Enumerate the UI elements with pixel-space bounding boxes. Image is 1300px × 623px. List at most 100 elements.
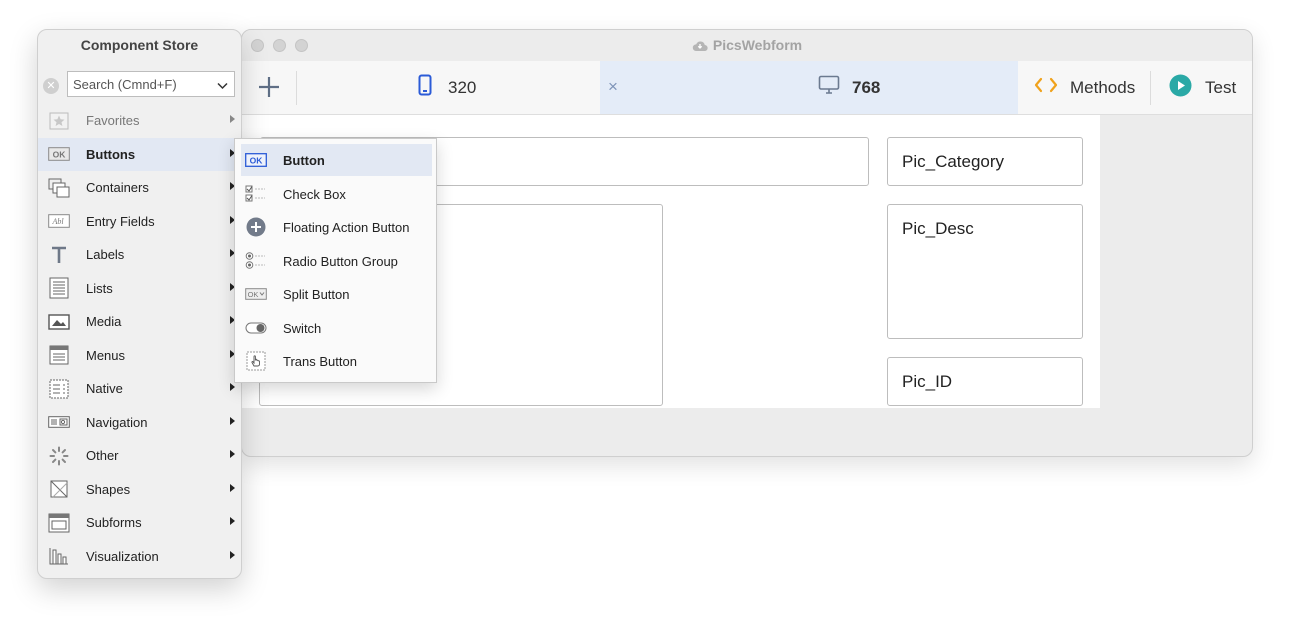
tab-320-label: 320 [448, 77, 477, 97]
submenu-arrow-icon [230, 550, 235, 559]
component-store-title: Component Store [80, 37, 199, 53]
submenu-item-switch[interactable]: Switch [241, 312, 432, 344]
category-label: Lists [86, 280, 113, 296]
list-icon [48, 277, 70, 299]
category-label: Navigation [86, 414, 148, 430]
category-navigation[interactable]: Navigation [38, 406, 241, 440]
ok-button-icon: OK [245, 150, 267, 170]
chevron-down-icon[interactable] [217, 78, 228, 93]
chart-icon [48, 546, 70, 566]
submenu-item-trans-button[interactable]: Trans Button [241, 345, 432, 377]
text-t-icon [48, 245, 70, 265]
navigation-icon [48, 412, 70, 432]
toolbar-divider [1150, 71, 1151, 105]
tab-close-icon[interactable]: × [608, 77, 618, 97]
fab-plus-icon [245, 217, 267, 237]
entry-field-icon: Abl [48, 211, 70, 231]
methods-label: Methods [1070, 77, 1136, 97]
submenu-item-label: Button [283, 152, 325, 168]
category-label: Media [86, 314, 122, 330]
tab-device-768[interactable]: × 768 [600, 61, 1018, 114]
pic-desc-field[interactable]: Pic_Desc [887, 204, 1083, 339]
category-menus[interactable]: Menus [38, 339, 241, 373]
category-label: Shapes [86, 481, 131, 497]
category-shapes[interactable]: Shapes [38, 473, 241, 507]
buttons-submenu: OK Button Check Box Floating Action Butt… [234, 138, 437, 383]
category-labels[interactable]: Labels [38, 238, 241, 272]
svg-text:OK: OK [250, 155, 264, 165]
svg-text:Abl: Abl [51, 217, 64, 226]
submenu-arrow-icon [230, 483, 235, 492]
media-icon [48, 312, 70, 332]
clear-search-icon[interactable]: ✕ [43, 78, 59, 94]
submenu-item-check-box[interactable]: Check Box [241, 178, 432, 210]
submenu-item-split-button[interactable]: OK Split Button [241, 278, 432, 310]
category-buttons[interactable]: OK Buttons [38, 137, 241, 171]
window-title: PicsWebform [242, 37, 1252, 55]
menu-icon [48, 345, 70, 365]
category-label: Visualization [86, 548, 159, 564]
tab-768-label: 768 [852, 77, 881, 97]
submenu-item-label: Radio Button Group [283, 253, 398, 269]
tab-768-content: 768 [818, 61, 880, 114]
test-button[interactable]: Test [1169, 61, 1236, 114]
submenu-item-radio-button-group[interactable]: Radio Button Group [241, 245, 432, 277]
play-icon [1169, 74, 1192, 102]
submenu-item-label: Trans Button [283, 353, 357, 369]
category-other[interactable]: Other [38, 439, 241, 473]
svg-text:OK: OK [248, 290, 259, 299]
submenu-item-button[interactable]: OK Button [241, 144, 432, 176]
category-favorites[interactable]: Favorites [38, 104, 241, 138]
category-label: Native [86, 381, 123, 397]
category-label: Favorites [86, 113, 140, 129]
submenu-item-label: Switch [283, 320, 322, 336]
category-native[interactable]: Native [38, 372, 241, 406]
component-store-panel: Component Store ✕ Search (Cmnd+F) Favori… [37, 29, 242, 579]
pic-id-field[interactable]: Pic_ID [887, 357, 1083, 406]
category-label: Buttons [86, 146, 136, 162]
category-label: Labels [86, 247, 125, 263]
svg-text:OK: OK [53, 150, 67, 160]
category-subforms[interactable]: Subforms [38, 506, 241, 540]
submenu-arrow-icon [230, 115, 235, 123]
methods-button[interactable]: Methods [1034, 61, 1135, 114]
category-containers[interactable]: Containers [38, 171, 241, 205]
submenu-item-floating-action-button[interactable]: Floating Action Button [241, 211, 432, 243]
containers-icon [48, 178, 70, 198]
toolbar-divider [296, 71, 297, 105]
test-label: Test [1205, 77, 1237, 97]
category-entry-fields[interactable]: Abl Entry Fields [38, 205, 241, 239]
window-title-text: PicsWebform [712, 37, 803, 53]
category-label: Subforms [86, 515, 142, 531]
submenu-item-label: Floating Action Button [283, 219, 410, 235]
ok-button-icon: OK [48, 144, 70, 164]
submenu-arrow-icon [230, 416, 235, 425]
cloud-icon [692, 39, 708, 55]
toolbar: 320 × 768 Methods Test [242, 61, 1252, 115]
hand-pointer-icon [245, 351, 267, 371]
submenu-item-label: Check Box [283, 186, 346, 202]
shapes-icon [48, 479, 70, 499]
pic-category-field[interactable]: Pic_Category [887, 137, 1083, 186]
desktop-icon [818, 75, 840, 100]
submenu-arrow-icon [230, 517, 235, 525]
radio-icon [245, 251, 267, 271]
category-media[interactable]: Media [38, 305, 241, 339]
native-icon [48, 379, 70, 399]
submenu-item-label: Split Button [283, 286, 350, 302]
submenu-arrow-icon [230, 383, 235, 391]
category-list: Favorites OK Buttons Containers Abl Entr… [38, 104, 241, 573]
code-brackets-icon [1034, 77, 1058, 98]
tab-device-320[interactable]: 320 [418, 61, 476, 114]
search-placeholder: Search (Cmnd+F) [73, 77, 177, 92]
split-button-icon: OK [245, 284, 267, 304]
add-icon[interactable] [256, 74, 282, 100]
submenu-arrow-icon [230, 450, 235, 458]
phone-icon [418, 74, 432, 101]
category-label: Containers [86, 180, 149, 196]
switch-icon [245, 318, 267, 338]
search-input[interactable]: Search (Cmnd+F) [67, 71, 235, 97]
category-lists[interactable]: Lists [38, 272, 241, 306]
category-visualization[interactable]: Visualization [38, 540, 241, 574]
title-bar: PicsWebform [242, 30, 1252, 62]
